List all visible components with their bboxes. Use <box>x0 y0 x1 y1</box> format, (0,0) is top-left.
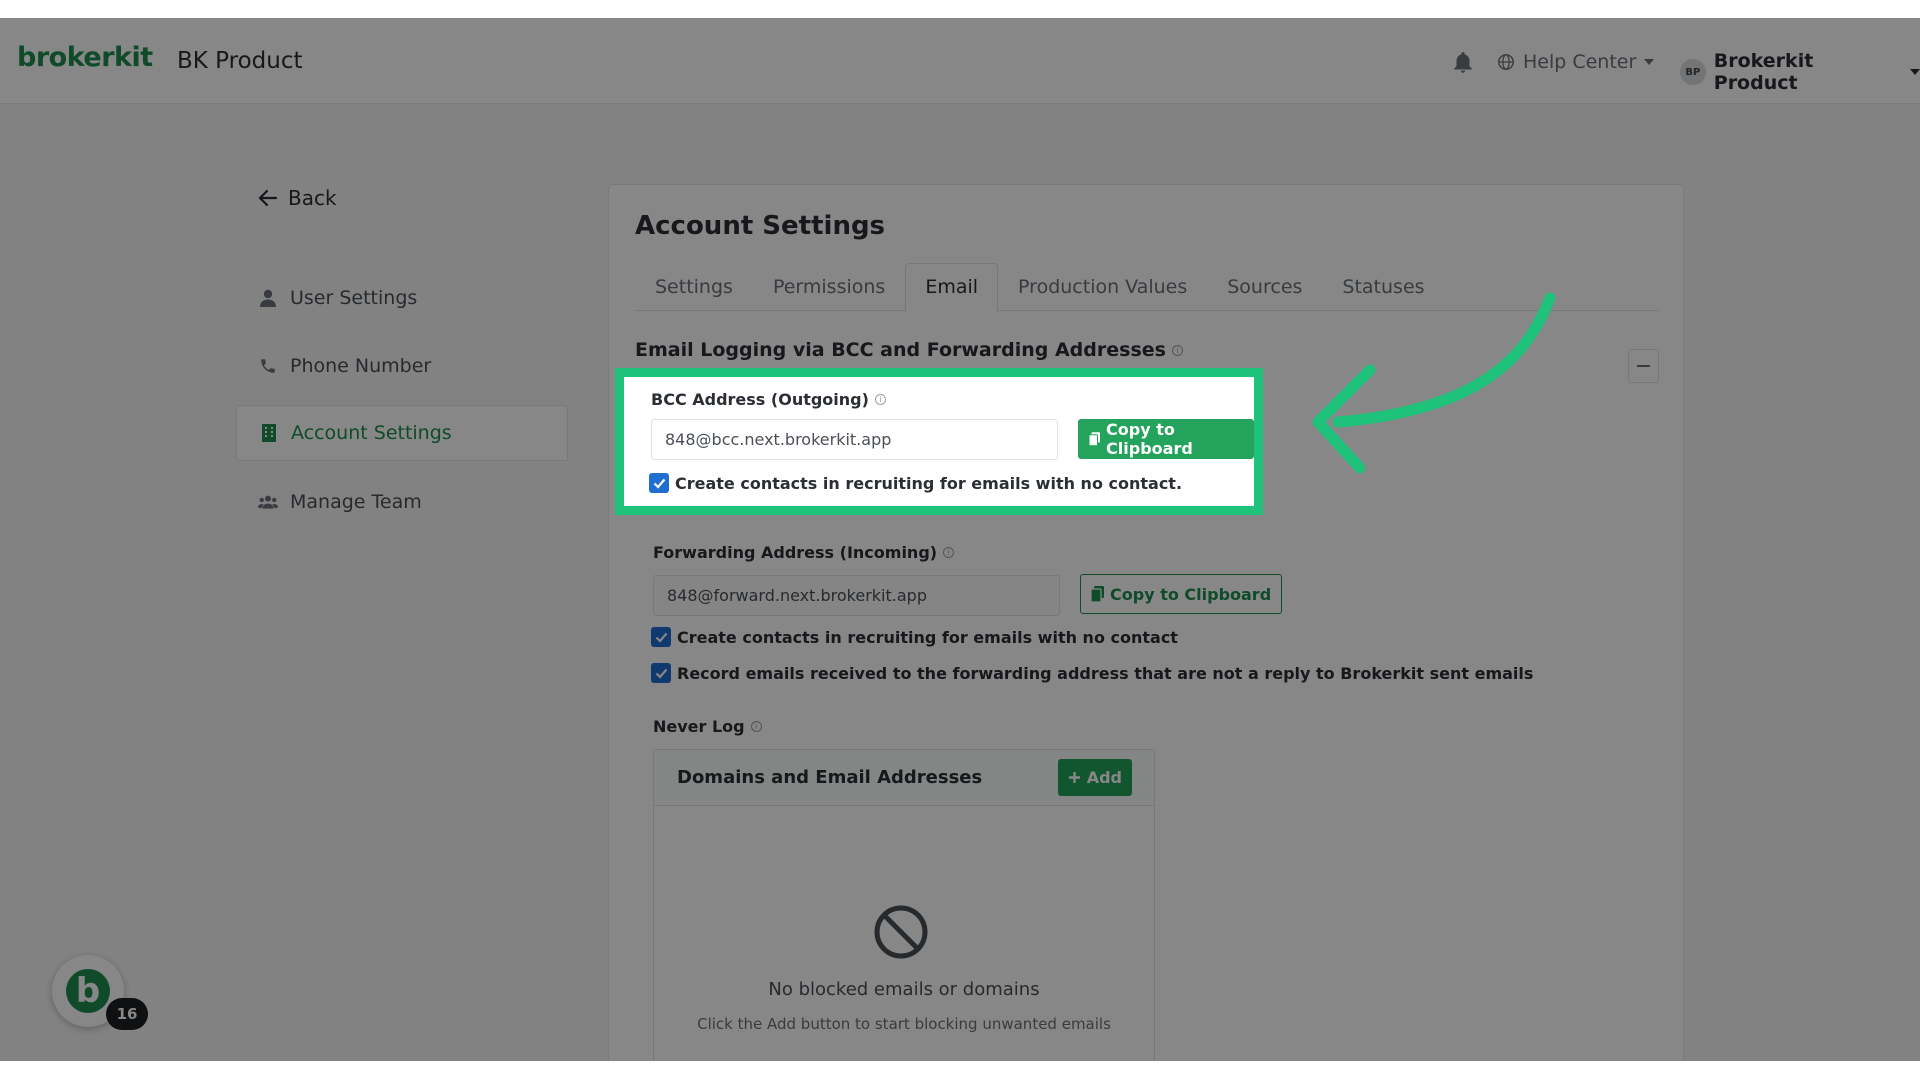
info-icon[interactable]: i <box>874 394 886 405</box>
checkbox-checked[interactable] <box>649 473 669 493</box>
bcc-address-label: BCC Address (Outgoing) i <box>651 390 886 409</box>
bcc-create-contacts-checkbox[interactable]: Create contacts in recruiting for emails… <box>649 473 1182 493</box>
checkbox-label: Create contacts in recruiting for emails… <box>675 473 1183 493</box>
copy-label: Copy to Clipboard <box>1106 420 1193 458</box>
top-band <box>0 0 1920 18</box>
pointer-arrow-icon <box>1312 292 1556 474</box>
dim-overlay <box>0 18 1920 1061</box>
bottom-band <box>0 1061 1920 1080</box>
copy-bcc-button[interactable]: Copy to Clipboard <box>1078 419 1254 459</box>
clipboard-icon <box>1089 432 1101 447</box>
bcc-address-field[interactable] <box>651 419 1058 460</box>
bcc-label-text: BCC Address (Outgoing) <box>651 390 869 409</box>
bcc-highlight-box: BCC Address (Outgoing) i Copy to Clipboa… <box>615 368 1263 515</box>
